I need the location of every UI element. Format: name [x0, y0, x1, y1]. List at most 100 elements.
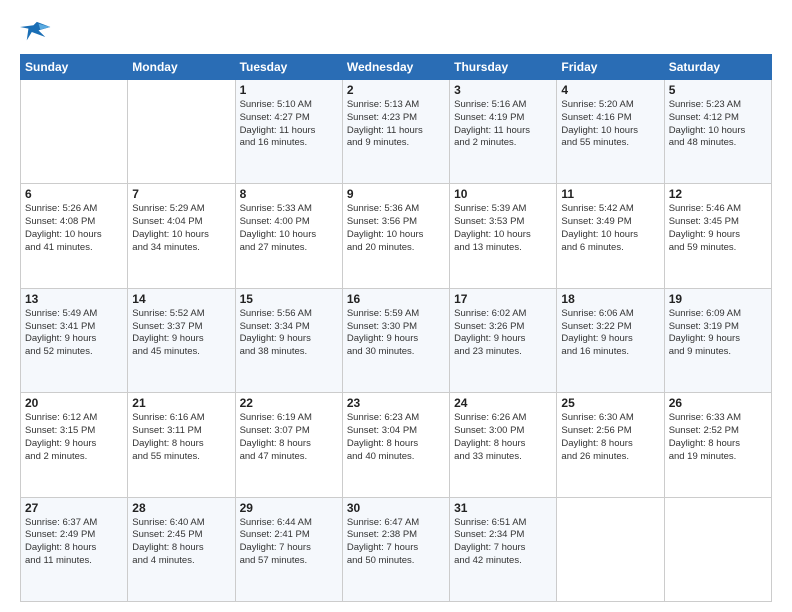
day-number: 18 [561, 292, 659, 306]
calendar-week-5: 27 Sunrise: 6:37 AM Sunset: 2:49 PM Dayli… [21, 497, 772, 601]
day-info: Sunrise: 6:33 AM Sunset: 2:52 PM Dayligh… [669, 412, 767, 463]
day-info: Sunrise: 6:19 AM Sunset: 3:07 PM Dayligh… [240, 412, 338, 463]
calendar-cell: 8 Sunrise: 5:33 AM Sunset: 4:00 PM Daylig… [235, 184, 342, 288]
day-info: Sunrise: 6:40 AM Sunset: 2:45 PM Dayligh… [132, 517, 230, 568]
day-number: 9 [347, 187, 445, 201]
day-number: 5 [669, 83, 767, 97]
calendar-cell [128, 80, 235, 184]
calendar-cell [21, 80, 128, 184]
day-info: Sunrise: 6:26 AM Sunset: 3:00 PM Dayligh… [454, 412, 552, 463]
day-info: Sunrise: 6:37 AM Sunset: 2:49 PM Dayligh… [25, 517, 123, 568]
day-number: 6 [25, 187, 123, 201]
day-info: Sunrise: 5:16 AM Sunset: 4:19 PM Dayligh… [454, 99, 552, 150]
calendar-cell: 31 Sunrise: 6:51 AM Sunset: 2:34 PM Dayli… [450, 497, 557, 601]
calendar-cell: 11Sunrise: 5:42 AM Sunset: 3:49 PM Dayli… [557, 184, 664, 288]
day-number: 31 [454, 501, 552, 515]
day-info: Sunrise: 6:30 AM Sunset: 2:56 PM Dayligh… [561, 412, 659, 463]
day-info: Sunrise: 5:39 AM Sunset: 3:53 PM Dayligh… [454, 203, 552, 254]
day-info: Sunrise: 5:36 AM Sunset: 3:56 PM Dayligh… [347, 203, 445, 254]
calendar-cell: 2 Sunrise: 5:13 AM Sunset: 4:23 PM Daylig… [342, 80, 449, 184]
calendar-cell: 22 Sunrise: 6:19 AM Sunset: 3:07 PM Dayli… [235, 393, 342, 497]
calendar-cell: 18 Sunrise: 6:06 AM Sunset: 3:22 PM Dayli… [557, 288, 664, 392]
day-number: 4 [561, 83, 659, 97]
calendar-cell: 9 Sunrise: 5:36 AM Sunset: 3:56 PM Daylig… [342, 184, 449, 288]
calendar-cell: 3Sunrise: 5:16 AM Sunset: 4:19 PM Daylig… [450, 80, 557, 184]
day-number: 13 [25, 292, 123, 306]
day-info: Sunrise: 5:49 AM Sunset: 3:41 PM Dayligh… [25, 308, 123, 359]
day-number: 14 [132, 292, 230, 306]
calendar-table: SundayMondayTuesdayWednesdayThursdayFrid… [20, 54, 772, 602]
day-info: Sunrise: 5:13 AM Sunset: 4:23 PM Dayligh… [347, 99, 445, 150]
calendar-cell: 19 Sunrise: 6:09 AM Sunset: 3:19 PM Dayli… [664, 288, 771, 392]
weekday-header-sunday: Sunday [21, 55, 128, 80]
day-number: 21 [132, 396, 230, 410]
day-number: 20 [25, 396, 123, 410]
weekday-header-saturday: Saturday [664, 55, 771, 80]
calendar-cell: 26 Sunrise: 6:33 AM Sunset: 2:52 PM Dayli… [664, 393, 771, 497]
day-info: Sunrise: 6:06 AM Sunset: 3:22 PM Dayligh… [561, 308, 659, 359]
day-info: Sunrise: 6:16 AM Sunset: 3:11 PM Dayligh… [132, 412, 230, 463]
day-info: Sunrise: 5:52 AM Sunset: 3:37 PM Dayligh… [132, 308, 230, 359]
calendar-cell: 10 Sunrise: 5:39 AM Sunset: 3:53 PM Dayli… [450, 184, 557, 288]
calendar-cell: 25Sunrise: 6:30 AM Sunset: 2:56 PM Dayli… [557, 393, 664, 497]
calendar-cell: 5 Sunrise: 5:23 AM Sunset: 4:12 PM Daylig… [664, 80, 771, 184]
day-info: Sunrise: 6:44 AM Sunset: 2:41 PM Dayligh… [240, 517, 338, 568]
day-number: 29 [240, 501, 338, 515]
calendar-cell: 27 Sunrise: 6:37 AM Sunset: 2:49 PM Dayli… [21, 497, 128, 601]
day-info: Sunrise: 5:56 AM Sunset: 3:34 PM Dayligh… [240, 308, 338, 359]
day-number: 27 [25, 501, 123, 515]
day-info: Sunrise: 5:46 AM Sunset: 3:45 PM Dayligh… [669, 203, 767, 254]
weekday-header-friday: Friday [557, 55, 664, 80]
day-number: 22 [240, 396, 338, 410]
day-number: 26 [669, 396, 767, 410]
calendar-cell: 17 Sunrise: 6:02 AM Sunset: 3:26 PM Dayli… [450, 288, 557, 392]
calendar-cell [557, 497, 664, 601]
day-info: Sunrise: 6:51 AM Sunset: 2:34 PM Dayligh… [454, 517, 552, 568]
day-number: 7 [132, 187, 230, 201]
day-number: 2 [347, 83, 445, 97]
calendar-cell: 7 Sunrise: 5:29 AM Sunset: 4:04 PM Daylig… [128, 184, 235, 288]
weekday-header-wednesday: Wednesday [342, 55, 449, 80]
day-info: Sunrise: 6:02 AM Sunset: 3:26 PM Dayligh… [454, 308, 552, 359]
weekday-header-thursday: Thursday [450, 55, 557, 80]
page-header [20, 18, 772, 46]
calendar-cell: 1Sunrise: 5:10 AM Sunset: 4:27 PM Daylig… [235, 80, 342, 184]
day-info: Sunrise: 6:23 AM Sunset: 3:04 PM Dayligh… [347, 412, 445, 463]
day-number: 30 [347, 501, 445, 515]
weekday-header-tuesday: Tuesday [235, 55, 342, 80]
day-info: Sunrise: 6:12 AM Sunset: 3:15 PM Dayligh… [25, 412, 123, 463]
calendar-cell: 6 Sunrise: 5:26 AM Sunset: 4:08 PM Daylig… [21, 184, 128, 288]
day-info: Sunrise: 5:26 AM Sunset: 4:08 PM Dayligh… [25, 203, 123, 254]
calendar-cell: 29 Sunrise: 6:44 AM Sunset: 2:41 PM Dayli… [235, 497, 342, 601]
day-number: 17 [454, 292, 552, 306]
day-number: 16 [347, 292, 445, 306]
logo [20, 18, 56, 46]
calendar-cell: 13 Sunrise: 5:49 AM Sunset: 3:41 PM Dayli… [21, 288, 128, 392]
weekday-header-monday: Monday [128, 55, 235, 80]
calendar-week-1: 1Sunrise: 5:10 AM Sunset: 4:27 PM Daylig… [21, 80, 772, 184]
calendar-cell: 24Sunrise: 6:26 AM Sunset: 3:00 PM Dayli… [450, 393, 557, 497]
day-info: Sunrise: 5:59 AM Sunset: 3:30 PM Dayligh… [347, 308, 445, 359]
day-number: 19 [669, 292, 767, 306]
calendar-cell: 21 Sunrise: 6:16 AM Sunset: 3:11 PM Dayli… [128, 393, 235, 497]
day-info: Sunrise: 5:20 AM Sunset: 4:16 PM Dayligh… [561, 99, 659, 150]
weekday-header-row: SundayMondayTuesdayWednesdayThursdayFrid… [21, 55, 772, 80]
day-info: Sunrise: 5:33 AM Sunset: 4:00 PM Dayligh… [240, 203, 338, 254]
day-number: 8 [240, 187, 338, 201]
day-number: 28 [132, 501, 230, 515]
calendar-cell: 12 Sunrise: 5:46 AM Sunset: 3:45 PM Dayli… [664, 184, 771, 288]
calendar-cell: 30 Sunrise: 6:47 AM Sunset: 2:38 PM Dayli… [342, 497, 449, 601]
day-info: Sunrise: 5:29 AM Sunset: 4:04 PM Dayligh… [132, 203, 230, 254]
day-info: Sunrise: 6:47 AM Sunset: 2:38 PM Dayligh… [347, 517, 445, 568]
day-info: Sunrise: 5:23 AM Sunset: 4:12 PM Dayligh… [669, 99, 767, 150]
day-number: 12 [669, 187, 767, 201]
day-number: 10 [454, 187, 552, 201]
logo-icon [20, 18, 52, 46]
calendar-week-2: 6 Sunrise: 5:26 AM Sunset: 4:08 PM Daylig… [21, 184, 772, 288]
calendar-cell: 16 Sunrise: 5:59 AM Sunset: 3:30 PM Dayli… [342, 288, 449, 392]
day-info: Sunrise: 6:09 AM Sunset: 3:19 PM Dayligh… [669, 308, 767, 359]
calendar-cell: 28 Sunrise: 6:40 AM Sunset: 2:45 PM Dayli… [128, 497, 235, 601]
calendar-cell: 15Sunrise: 5:56 AM Sunset: 3:34 PM Dayli… [235, 288, 342, 392]
day-info: Sunrise: 5:10 AM Sunset: 4:27 PM Dayligh… [240, 99, 338, 150]
day-info: Sunrise: 5:42 AM Sunset: 3:49 PM Dayligh… [561, 203, 659, 254]
